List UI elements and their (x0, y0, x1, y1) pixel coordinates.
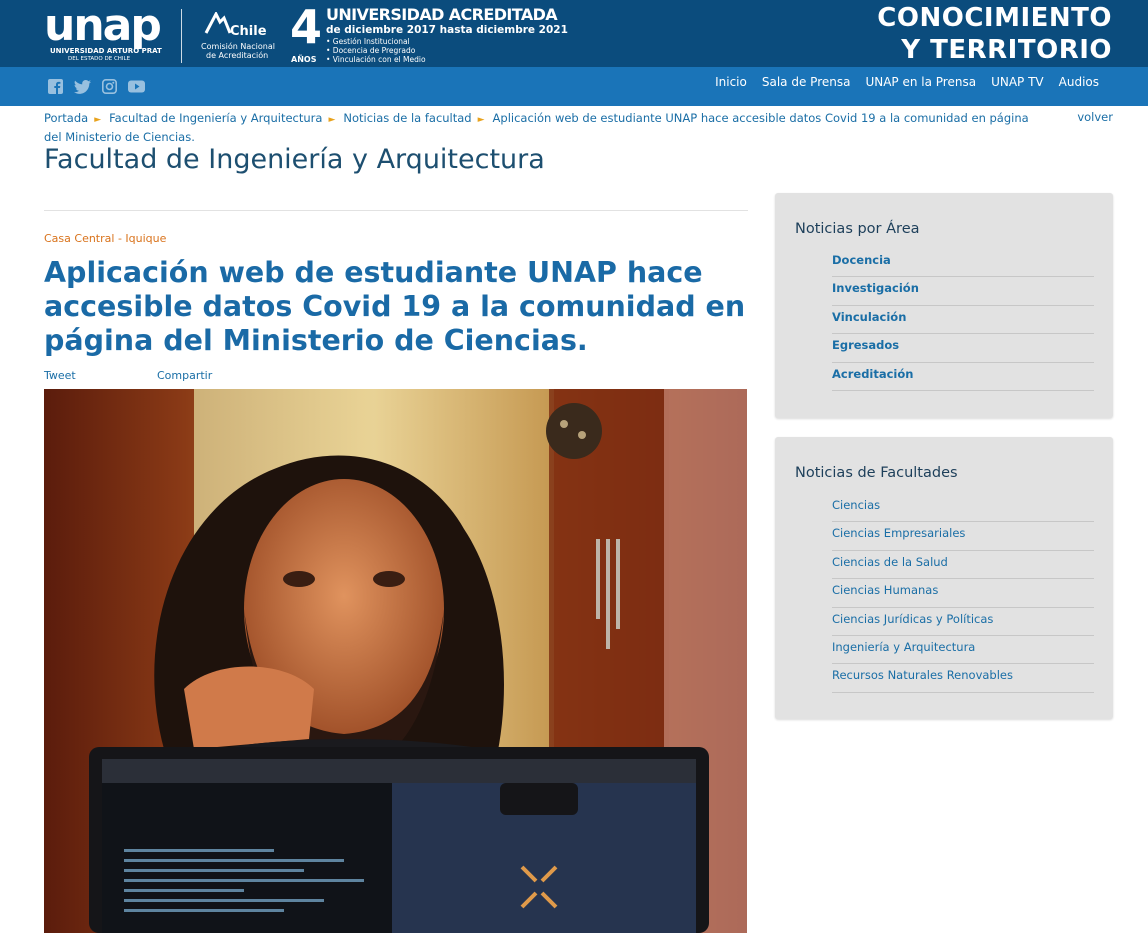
news-by-area-title: Noticias por Área (795, 221, 920, 237)
accreditation-years: 4 (290, 0, 323, 54)
area-link-acreditacion[interactable]: Acreditación (832, 363, 1094, 391)
tagline-line-2: Y TERRITORIO (901, 35, 1112, 65)
breadcrumb-noticias[interactable]: Noticias de la facultad (343, 111, 471, 125)
breadcrumb-separator-icon: ► (94, 115, 102, 125)
area-link-egresados[interactable]: Egresados (832, 334, 1094, 363)
tagline-line-1: CONOCIMIENTO (877, 3, 1112, 33)
article-location: Casa Central - Iquique (44, 232, 167, 245)
breadcrumb: Portada ► Facultad de Ingeniería y Arquite… (44, 110, 1044, 146)
accreditation-area: • Gestión Institucional (326, 37, 410, 46)
area-link-docencia[interactable]: Docencia (832, 249, 1094, 278)
accreditation-badge: 4 AÑOS UNIVERSIDAD ACREDITADA de diciemb… (290, 0, 568, 64)
news-by-area-list: Docencia Investigación Vinculación Egres… (832, 249, 1094, 391)
back-link[interactable]: volver (1077, 110, 1113, 124)
faculties-news-title: Noticias de Facultades (795, 465, 958, 481)
nav-link-unap-tv[interactable]: UNAP TV (983, 75, 1051, 89)
divider (44, 210, 748, 211)
area-link-vinculacion[interactable]: Vinculación (832, 306, 1094, 335)
banner-divider (181, 9, 182, 63)
logo-subtitle-2: DEL ESTADO DE CHILE (68, 56, 131, 62)
social-links (47, 79, 145, 94)
area-link-investigacion[interactable]: Investigación (832, 277, 1094, 306)
faculty-link-ciencias-humanas[interactable]: Ciencias Humanas (832, 579, 1094, 608)
twitter-icon[interactable] (74, 79, 91, 94)
main-navbar: Inicio Sala de Prensa UNAP en la Prensa … (0, 67, 1148, 106)
nav-links: Inicio Sala de Prensa UNAP en la Prensa … (707, 75, 1106, 89)
accreditation-period: de diciembre 2017 hasta diciembre 2021 (326, 24, 568, 36)
breadcrumb-separator-icon: ► (328, 115, 336, 125)
cna-country: Chile (230, 24, 267, 39)
accreditation-area: • Docencia de Pregrado (326, 46, 416, 55)
faculty-link-ciencias-juridicas[interactable]: Ciencias Jurídicas y Políticas (832, 608, 1094, 636)
logo-subtitle: UNIVERSIDAD ARTURO PRAT (50, 47, 162, 55)
nav-link-unap-en-la-prensa[interactable]: UNAP en la Prensa (857, 75, 983, 89)
breadcrumb-portada[interactable]: Portada (44, 111, 88, 125)
accreditation-title: UNIVERSIDAD ACREDITADA (326, 5, 558, 24)
facebook-icon[interactable] (47, 79, 64, 94)
breadcrumb-separator-icon: ► (477, 115, 485, 125)
instagram-icon[interactable] (101, 79, 118, 94)
logo-wordmark: unap (44, 0, 162, 51)
accreditation-years-label: AÑOS (291, 55, 317, 64)
article-headline: Aplicación web de estudiante UNAP hace a… (44, 256, 746, 357)
cna-mark-icon (204, 12, 232, 34)
cna-line-1: Comisión Nacional (201, 42, 275, 51)
faculty-link-ciencias[interactable]: Ciencias (832, 494, 1094, 523)
nav-link-audios[interactable]: Audios (1051, 75, 1106, 89)
faculty-link-ciencias-empresariales[interactable]: Ciencias Empresariales (832, 522, 1094, 551)
accreditation-area: • Vinculación con el Medio (326, 55, 426, 64)
article-photo (44, 389, 747, 933)
unap-logo[interactable]: unap UNIVERSIDAD ARTURO PRAT DEL ESTADO … (44, 0, 166, 62)
tweet-button[interactable]: Tweet (44, 369, 76, 382)
youtube-icon[interactable] (128, 79, 145, 94)
news-by-area-panel: Noticias por Área Docencia Investigación… (775, 193, 1113, 418)
faculties-news-list: Ciencias Ciencias Empresariales Ciencias… (832, 494, 1094, 693)
student-with-laptop-photo (44, 389, 747, 933)
faculties-news-panel: Noticias de Facultades Ciencias Ciencias… (775, 437, 1113, 719)
faculty-link-ingenieria[interactable]: Ingeniería y Arquitectura (832, 636, 1094, 665)
cna-logo: Chile Comisión Nacional de Acreditación (198, 10, 278, 60)
breadcrumb-facultad[interactable]: Facultad de Ingeniería y Arquitectura (109, 111, 322, 125)
tagline: CONOCIMIENTO Y TERRITORIO (877, 2, 1112, 66)
top-banner: unap UNIVERSIDAD ARTURO PRAT DEL ESTADO … (0, 0, 1148, 67)
page-title: Facultad de Ingeniería y Arquitectura (44, 144, 545, 175)
share-button[interactable]: Compartir (157, 369, 212, 382)
nav-link-inicio[interactable]: Inicio (707, 75, 754, 89)
faculty-link-ciencias-salud[interactable]: Ciencias de la Salud (832, 551, 1094, 580)
nav-link-sala-de-prensa[interactable]: Sala de Prensa (754, 75, 858, 89)
faculty-link-recursos-naturales[interactable]: Recursos Naturales Renovables (832, 664, 1094, 693)
cna-line-2: de Acreditación (206, 51, 269, 60)
